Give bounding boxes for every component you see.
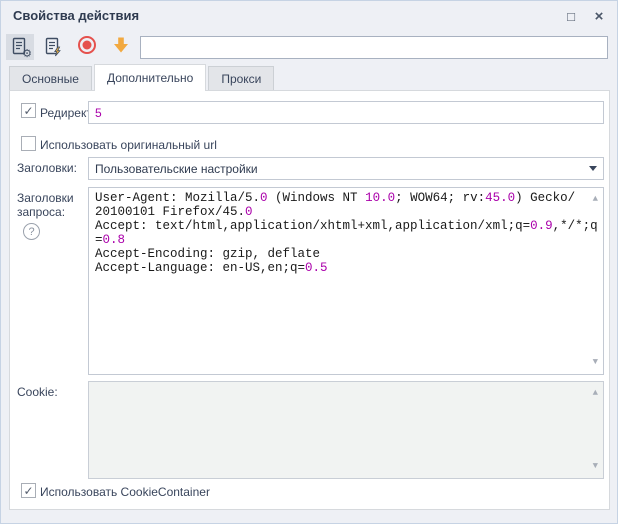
- redirect-checkbox[interactable]: ✓: [21, 103, 36, 118]
- headers-mode-combobox[interactable]: Пользовательские настройки: [88, 157, 604, 180]
- help-icon[interactable]: ?: [23, 223, 40, 240]
- cookie-label: Cookie:: [17, 385, 58, 399]
- chevron-down-icon: [589, 166, 597, 171]
- scroll-up-icon[interactable]: ▲: [593, 195, 598, 204]
- document-lightning-icon: [43, 37, 63, 57]
- document-gear-icon: ⚙: [10, 37, 30, 57]
- scroll-up-icon[interactable]: ▲: [593, 389, 598, 398]
- tab-strip: Основные Дополнительно Прокси: [9, 64, 276, 91]
- scroll-down-icon[interactable]: ▼: [593, 358, 598, 367]
- record-button[interactable]: [73, 34, 101, 60]
- use-original-url-checkbox[interactable]: [21, 136, 36, 151]
- check-icon: ✓: [23, 104, 33, 118]
- close-icon: ×: [595, 8, 604, 25]
- help-question-mark: ?: [28, 226, 34, 238]
- use-original-url-label: Использовать оригинальный url: [40, 138, 217, 152]
- gear-badge-icon: ⚙: [22, 49, 32, 60]
- use-cookie-container-label: Использовать CookieContainer: [40, 485, 210, 499]
- cookie-textarea[interactable]: ▲ ▼: [88, 381, 604, 479]
- headers-select-label: Заголовки:: [17, 161, 77, 175]
- action-properties-window: Свойства действия □ × ⚙: [0, 0, 618, 524]
- record-icon: [77, 35, 97, 60]
- maximize-button[interactable]: □: [561, 6, 581, 26]
- tab-proxy-label: Прокси: [221, 72, 261, 86]
- action-run-button[interactable]: [39, 34, 67, 60]
- request-headers-label-line1: Заголовки: [17, 191, 74, 205]
- action-settings-button[interactable]: ⚙: [6, 34, 34, 60]
- maximize-icon: □: [567, 9, 575, 24]
- request-headers-label-line2: запроса:: [17, 205, 65, 219]
- title-bar: Свойства действия □ ×: [1, 1, 617, 31]
- down-arrow-icon: [111, 35, 131, 60]
- scroll-down-icon[interactable]: ▼: [593, 462, 598, 471]
- request-headers-textarea[interactable]: User-Agent: Mozilla/5.0 (Windows NT 10.0…: [88, 187, 604, 375]
- request-headers-text: User-Agent: Mozilla/5.0 (Windows NT 10.0…: [95, 191, 581, 275]
- tab-main[interactable]: Основные: [9, 66, 92, 91]
- redirect-count-input[interactable]: 5: [88, 101, 604, 124]
- tab-proxy[interactable]: Прокси: [208, 66, 274, 91]
- close-button[interactable]: ×: [589, 6, 609, 26]
- headers-mode-value: Пользовательские настройки: [95, 162, 258, 176]
- redirect-count-value: 5: [95, 106, 102, 120]
- check-icon: ✓: [23, 484, 33, 498]
- advanced-tab-panel: ✓ Редирект 5 Использовать оригинальный u…: [9, 90, 610, 510]
- tab-advanced[interactable]: Дополнительно: [94, 64, 206, 91]
- tab-main-label: Основные: [22, 72, 79, 86]
- download-button[interactable]: [107, 34, 135, 60]
- window-title: Свойства действия: [13, 8, 139, 23]
- use-cookie-container-checkbox[interactable]: ✓: [21, 483, 36, 498]
- toolbar-input[interactable]: [140, 36, 608, 59]
- tab-advanced-label: Дополнительно: [107, 71, 193, 85]
- redirect-label: Редирект: [40, 106, 92, 120]
